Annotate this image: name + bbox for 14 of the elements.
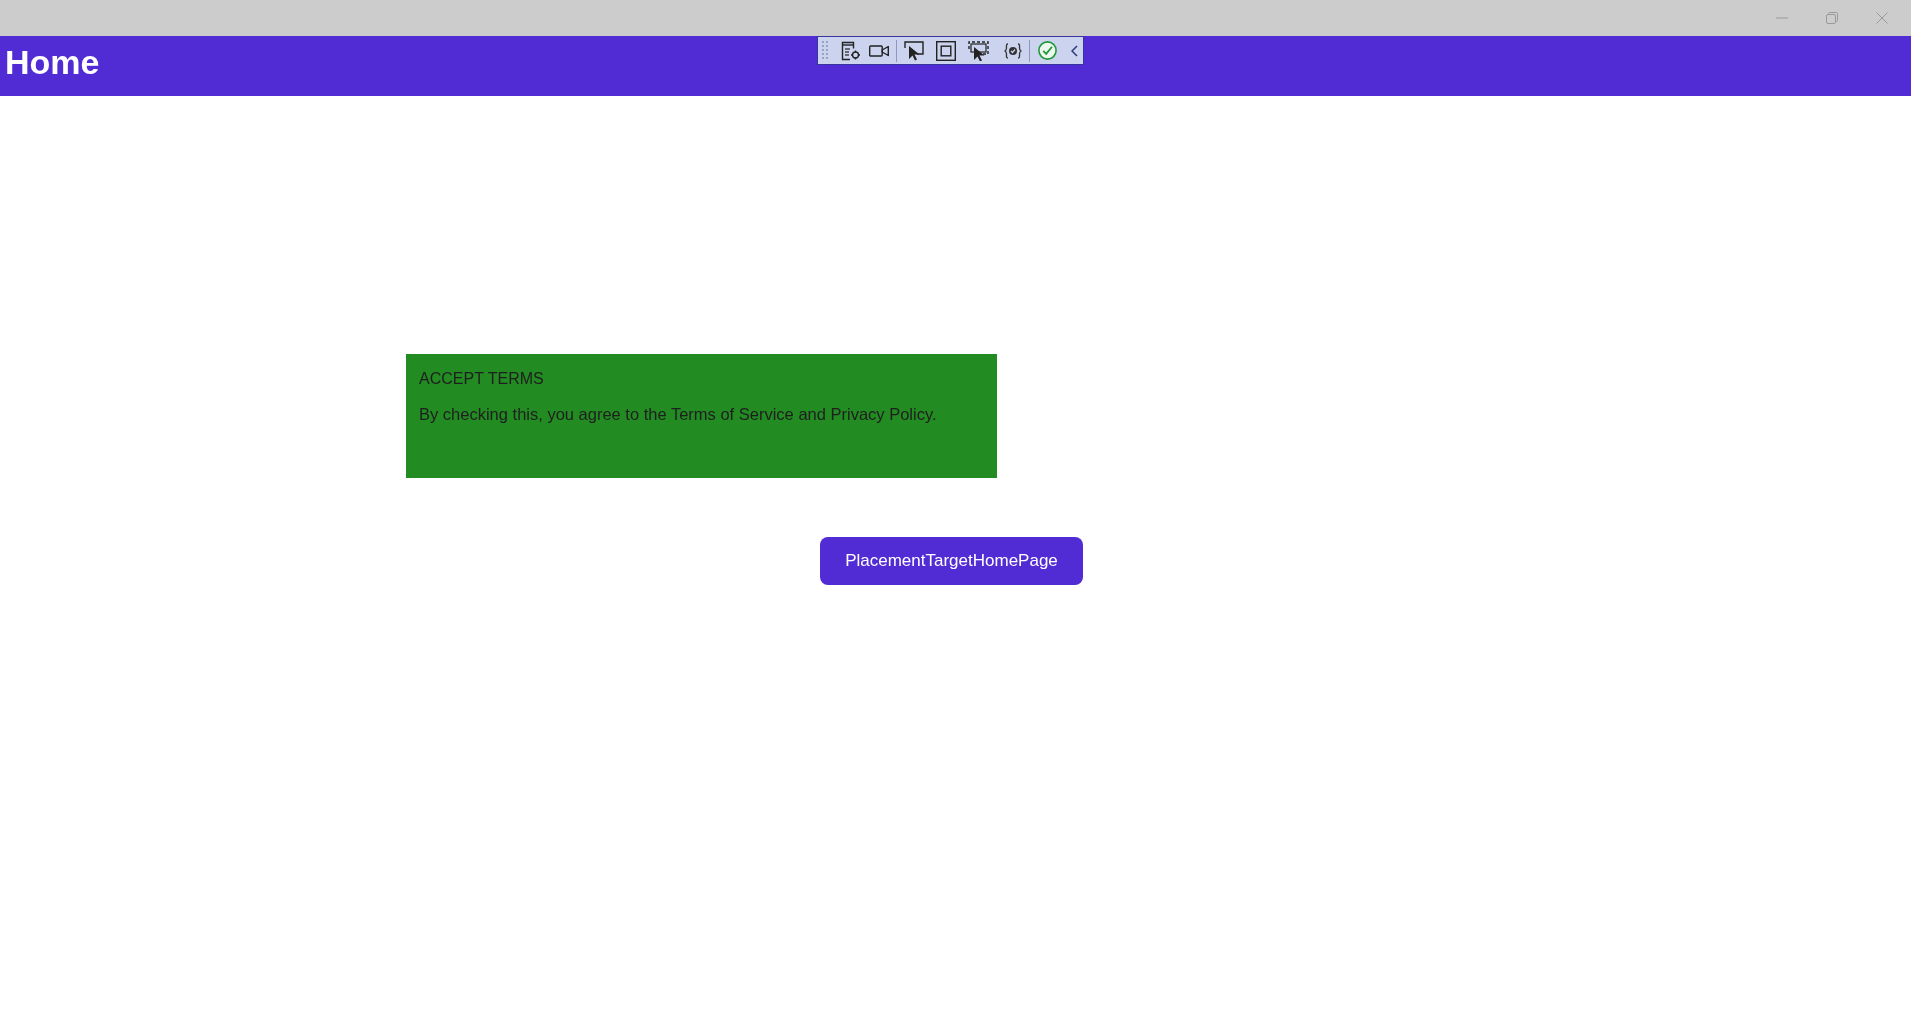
card-title: ACCEPT TERMS xyxy=(419,369,545,389)
cursor-frame-icon[interactable] xyxy=(904,40,924,61)
card-text: By checking this, you agree to the Terms of Service and Privacy Policy. xyxy=(419,404,938,425)
grip-icon[interactable] xyxy=(822,40,828,61)
placement-target-button[interactable]: PlacementTargetHomePage xyxy=(820,537,1083,585)
close-icon xyxy=(1876,12,1888,24)
document-gear-icon[interactable] xyxy=(841,40,861,61)
restore-icon xyxy=(1826,12,1838,24)
page-title: Home xyxy=(4,42,100,79)
check-circle-icon[interactable] xyxy=(1038,41,1057,60)
cursor-dashed-frame-icon[interactable] xyxy=(968,40,989,61)
square-in-square-icon[interactable] xyxy=(936,40,956,61)
chevron-left-icon[interactable] xyxy=(1071,44,1078,57)
braces-check-icon[interactable] xyxy=(1004,42,1022,59)
